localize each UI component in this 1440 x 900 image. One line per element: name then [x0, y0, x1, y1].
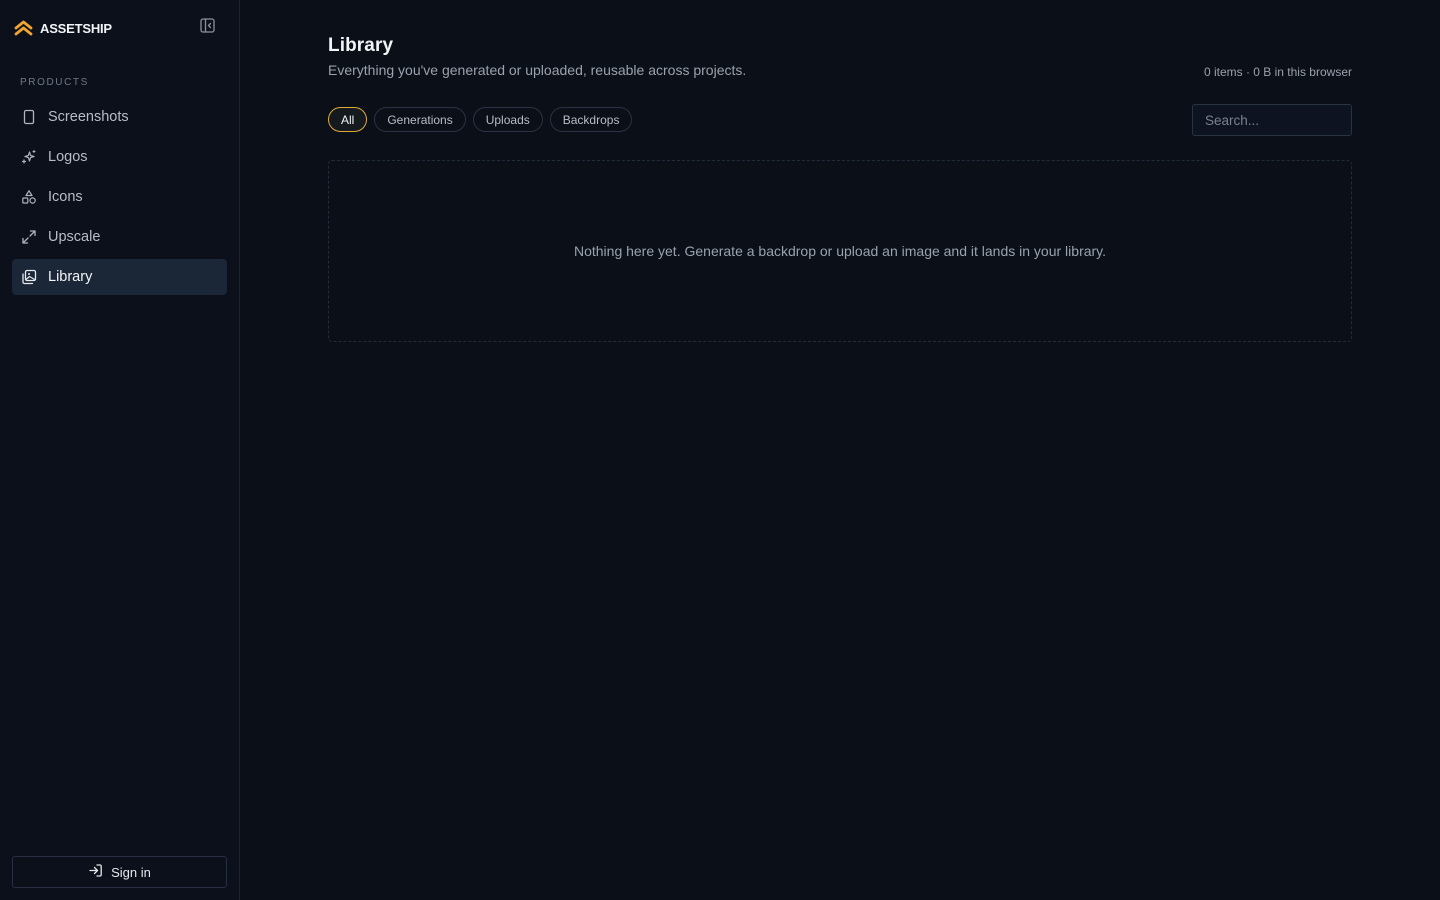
page-subtitle: Everything you've generated or uploaded,… [328, 62, 747, 78]
filter-chip-all[interactable]: All [328, 107, 368, 132]
empty-state-message: Nothing here yet. Generate a backdrop or… [573, 243, 1107, 259]
smartphone-icon [21, 109, 37, 125]
library-stats: 0 items · 0 B in this browser [1203, 65, 1352, 79]
shapes-icon [21, 189, 37, 205]
sign-in-button[interactable]: Sign in [12, 856, 227, 888]
collapse-sidebar-button[interactable] [197, 18, 217, 38]
main-content: Library Everything you've generated or u… [240, 0, 1440, 900]
page-title: Library [328, 35, 394, 56]
search-input[interactable] [1192, 104, 1352, 136]
sidebar: ASSETSHIP PRODUCTS Screenshots Logos Ico… [0, 0, 240, 900]
sign-in-label: Sign in [111, 864, 151, 880]
sidebar-item-label: Logos [48, 149, 88, 165]
sidebar-item-label: Library [48, 269, 93, 285]
brand[interactable]: ASSETSHIP [14, 18, 112, 38]
sidebar-item-upscale[interactable]: Upscale [12, 219, 227, 255]
sidebar-item-icons[interactable]: Icons [12, 179, 227, 215]
sparkles-icon [21, 149, 37, 165]
brand-name: ASSETSHIP [40, 20, 112, 36]
sidebar-item-logos[interactable]: Logos [12, 139, 227, 175]
filter-chip-generations[interactable]: Generations [374, 107, 466, 132]
filter-chip-uploads[interactable]: Uploads [472, 107, 543, 132]
sidebar-item-screenshots[interactable]: Screenshots [12, 99, 227, 135]
log-in-icon [88, 863, 103, 881]
images-icon [21, 269, 37, 285]
sidebar-section-label: PRODUCTS [20, 77, 89, 88]
empty-state: Nothing here yet. Generate a backdrop or… [328, 160, 1352, 342]
sidebar-item-label: Screenshots [48, 109, 129, 125]
chevrons-up-icon [14, 19, 33, 38]
expand-icon [21, 229, 37, 245]
app-root: ASSETSHIP PRODUCTS Screenshots Logos Ico… [0, 0, 1440, 900]
filter-chips: All Generations Uploads Backdrops [328, 107, 633, 132]
sidebar-item-label: Upscale [48, 229, 101, 245]
filter-chip-backdrops[interactable]: Backdrops [549, 107, 633, 132]
sidebar-item-library[interactable]: Library [12, 259, 227, 295]
sidebar-item-label: Icons [48, 189, 83, 205]
panel-left-icon [199, 18, 215, 38]
sidebar-nav: Screenshots Logos Icons Upscale Library [12, 99, 227, 295]
